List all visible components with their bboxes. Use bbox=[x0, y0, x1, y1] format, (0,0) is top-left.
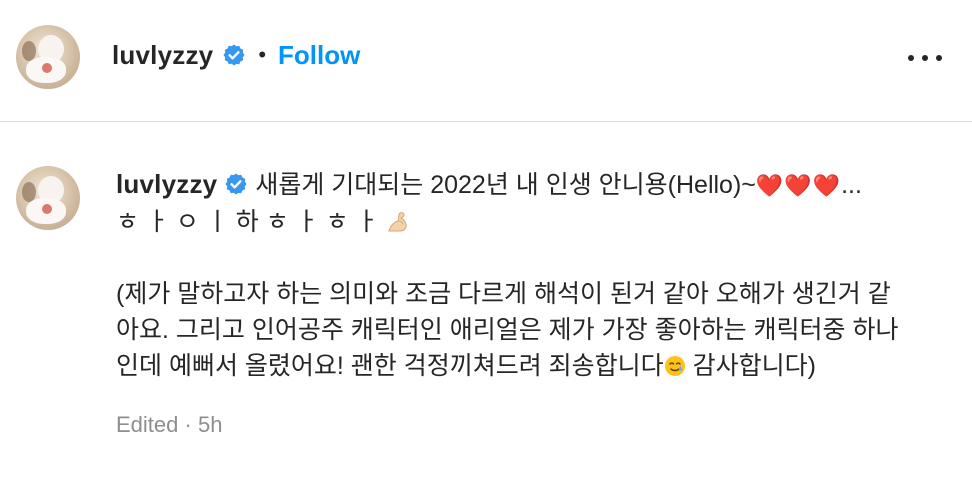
comment-paragraph-line3b: 감사합니다) bbox=[685, 352, 816, 380]
verified-badge-icon bbox=[223, 44, 245, 66]
comment-second-line: ㅎ ㅏ ㅇ ㅣ 하 ㅎ ㅏ ㅎ ㅏ bbox=[116, 204, 956, 240]
comment-gap bbox=[116, 240, 956, 276]
comment-text-line1: 새롭게 기대되는 2022년 내 인생 안니용(Hello)~ bbox=[255, 171, 756, 199]
post-header: luvlyzzy • Follow bbox=[0, 0, 972, 122]
comment-first-line: luvlyzzy 새롭게 기대되는 2022년 내 인생 안니용(Hello)~… bbox=[116, 166, 956, 204]
more-options-icon[interactable] bbox=[908, 52, 942, 64]
follow-button[interactable]: Follow bbox=[278, 40, 360, 71]
header-username[interactable]: luvlyzzy bbox=[112, 40, 213, 71]
comment-username[interactable]: luvlyzzy bbox=[116, 169, 217, 199]
header-user-info: luvlyzzy • Follow bbox=[112, 38, 360, 72]
comment-ellipsis: ... bbox=[841, 171, 862, 199]
hearts-emoji: ❤️❤️❤️ bbox=[755, 173, 842, 198]
comment-avatar[interactable] bbox=[16, 166, 80, 230]
comment-paragraph-line1: (제가 말하고자 하는 의미와 조금 다르게 해석이 된거 같아 오해가 생긴거… bbox=[116, 280, 891, 308]
comment-paragraph-line2: 아요. 그리고 인어공주 캐릭터인 애리얼은 제가 가장 좋아하는 캐릭터중 하… bbox=[116, 316, 899, 344]
profile-avatar[interactable] bbox=[16, 25, 80, 89]
header-separator: • bbox=[258, 42, 267, 67]
edited-label: Edited bbox=[116, 412, 179, 437]
meta-separator: · bbox=[178, 412, 198, 437]
comment-paragraph-line3a: 인데 예뻐서 올렸어요! 괜한 걱정끼쳐드려 죄송합니다 bbox=[116, 352, 664, 380]
comment-meta: Edited · 5h bbox=[116, 412, 222, 438]
flexed-biceps-emoji bbox=[387, 212, 407, 232]
smiling-face-with-tear-emoji bbox=[664, 356, 685, 376]
verified-badge-icon bbox=[225, 173, 247, 195]
comment-timestamp[interactable]: 5h bbox=[198, 412, 222, 437]
comment-paragraph-line3: 인데 예뻐서 올렸어요! 괜한 걱정끼쳐드려 죄송합니다 감사합니다) bbox=[116, 348, 956, 384]
comment-text-line2: ㅎ ㅏ ㅇ ㅣ 하 ㅎ ㅏ ㅎ ㅏ bbox=[116, 208, 379, 236]
comment-body: luvlyzzy 새롭게 기대되는 2022년 내 인생 안니용(Hello)~… bbox=[116, 166, 956, 384]
